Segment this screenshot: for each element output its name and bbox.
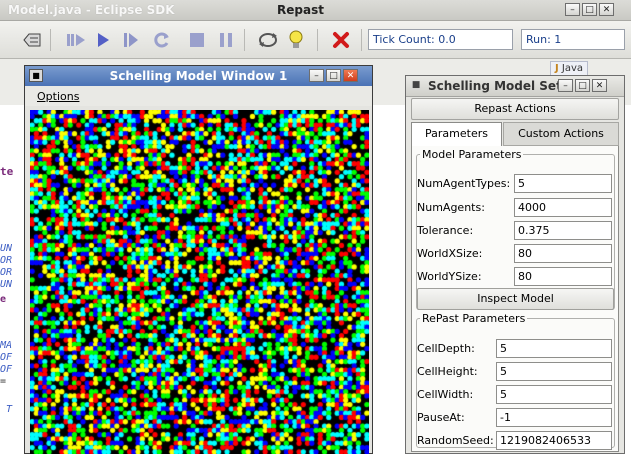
refresh-icon [259, 33, 277, 47]
java-perspective-label: Java [561, 63, 584, 74]
param-label-pauseat: PauseAt: [417, 411, 465, 424]
tick-count-display: Tick Count: 0.0 [368, 29, 513, 50]
refresh-button[interactable] [258, 30, 278, 50]
model-window-controls: – □ ✕ [309, 69, 358, 82]
toolbar-separator [361, 29, 362, 51]
pauseat-field[interactable]: -1 [496, 408, 612, 427]
parameters-panel: Model Parameters NumAgentTypes: 5 NumAge… [411, 146, 619, 452]
celldepth-field[interactable]: 5 [496, 339, 612, 358]
initialize-button[interactable] [66, 30, 86, 50]
param-label-numagents: NumAgents: [417, 201, 485, 214]
schelling-model-window: ■ Schelling Model Window 1 – □ ✕ Options [24, 65, 373, 454]
repast-parameters-title: RePast Parameters [422, 312, 526, 325]
param-label-cellwidth: CellWidth: [417, 388, 474, 401]
toolbar-separator [317, 29, 318, 51]
pause-icon [220, 33, 232, 47]
param-label-numagenttypes: NumAgentTypes: [417, 177, 511, 190]
close-button[interactable]: ✕ [343, 69, 358, 82]
repast-title: Repast [277, 3, 324, 17]
worldysize-field[interactable]: 80 [514, 267, 612, 286]
repast-toolbar: Tick Count: 0.0 Run: 1 [0, 21, 631, 59]
repast-window-controls: – □ ✕ [565, 3, 614, 16]
stop-button[interactable] [187, 30, 207, 50]
model-menubar: Options [25, 86, 372, 106]
maximize-button[interactable]: □ [326, 69, 341, 82]
schelling-model-settings-window: ■ Schelling Model Set – □ ✕ Repast Actio… [405, 75, 625, 454]
step-forward-icon [67, 34, 85, 46]
cellwidth-field[interactable]: 5 [496, 385, 612, 404]
repast-titlebar[interactable]: Model.java - Eclipse SDK Repast – □ ✕ [0, 0, 631, 21]
numagenttypes-field[interactable]: 5 [514, 174, 612, 193]
randomseed-field[interactable]: 1219082406533 [496, 431, 612, 450]
model-window-titlebar[interactable]: ■ Schelling Model Window 1 – □ ✕ [25, 66, 372, 86]
settings-title: Schelling Model Set [428, 79, 562, 93]
tolerance-field[interactable]: 0.375 [514, 221, 612, 240]
setup-button[interactable] [22, 30, 42, 50]
lightbulb-icon [289, 30, 303, 48]
maximize-button[interactable]: □ [575, 79, 590, 92]
minimize-button[interactable]: – [309, 69, 324, 82]
reload-button[interactable] [152, 30, 172, 50]
maximize-button[interactable]: □ [582, 3, 597, 16]
worldxsize-field[interactable]: 80 [514, 244, 612, 263]
inspect-model-button[interactable]: Inspect Model [417, 288, 614, 310]
tab-custom-actions[interactable]: Custom Actions [503, 122, 619, 146]
agent-grid-display[interactable] [30, 110, 369, 454]
minimize-button[interactable]: – [565, 3, 580, 16]
param-label-tolerance: Tolerance: [417, 224, 474, 237]
toolbar-separator [244, 29, 245, 51]
stop-icon [190, 33, 204, 47]
run-icon [98, 33, 109, 47]
tab-parameters[interactable]: Parameters [411, 122, 502, 146]
param-label-worldxsize: WorldXSize: [417, 247, 483, 260]
repast-actions-button[interactable]: Repast Actions [411, 98, 619, 120]
param-label-celldepth: CellDepth: [417, 342, 475, 355]
toolbar-separator [50, 29, 51, 51]
run-number-display: Run: 1 [521, 29, 625, 50]
step-icon [124, 33, 138, 47]
numagents-field[interactable]: 4000 [514, 198, 612, 217]
settings-window-controls: – □ ✕ [558, 79, 607, 92]
close-button[interactable]: ✕ [599, 3, 614, 16]
eclipse-ghost-title: Model.java - Eclipse SDK [8, 3, 175, 17]
settings-titlebar[interactable]: ■ Schelling Model Set – □ ✕ [406, 76, 624, 97]
step-button[interactable] [121, 30, 141, 50]
close-button[interactable]: ✕ [592, 79, 607, 92]
run-button[interactable] [93, 30, 113, 50]
param-label-cellheight: CellHeight: [417, 365, 478, 378]
pause-button[interactable] [216, 30, 236, 50]
reload-icon [154, 32, 169, 48]
close-red-icon [333, 32, 349, 48]
model-info-button[interactable] [286, 30, 306, 50]
param-label-randomseed: RandomSeed: [417, 434, 494, 447]
window-app-icon: ■ [411, 80, 421, 90]
exit-button[interactable] [331, 30, 351, 50]
model-parameters-title: Model Parameters [422, 148, 522, 161]
options-menu[interactable]: Options [37, 90, 79, 103]
setup-icon [23, 33, 41, 47]
cellheight-field[interactable]: 5 [496, 362, 612, 381]
param-label-worldysize: WorldYSize: [417, 270, 482, 283]
java-perspective-icon: J [555, 63, 559, 74]
minimize-button[interactable]: – [558, 79, 573, 92]
